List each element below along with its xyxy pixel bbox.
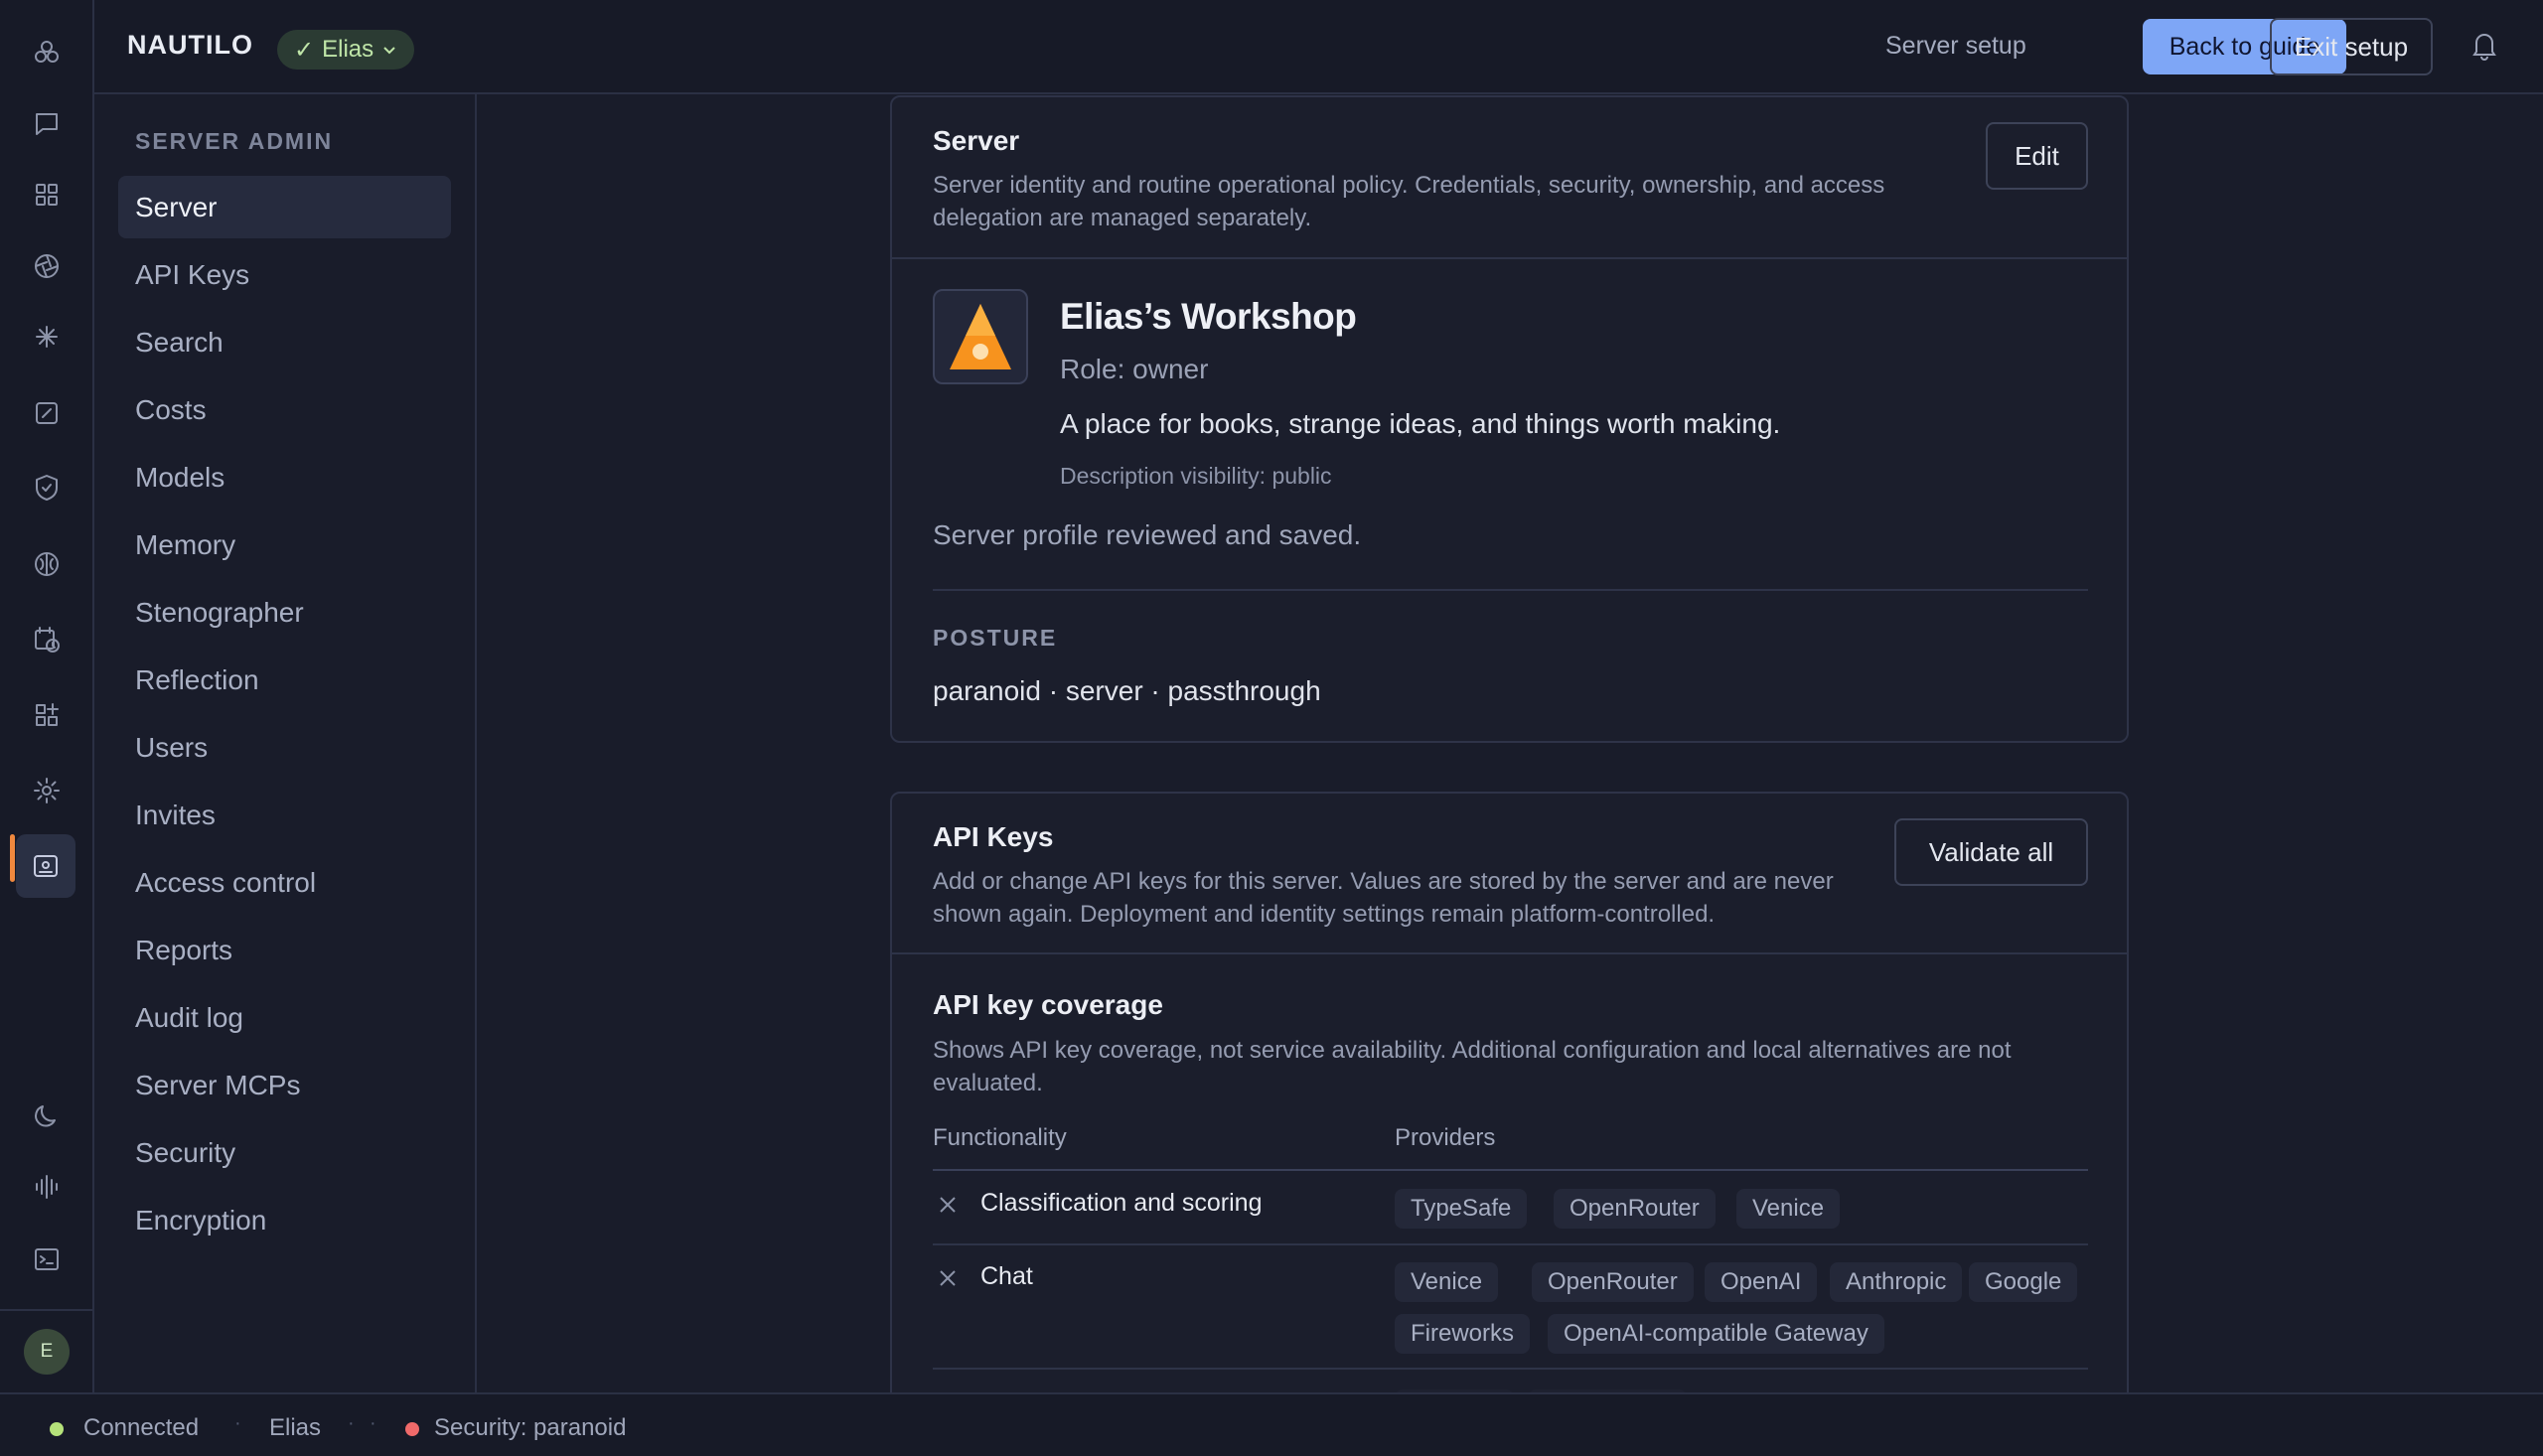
server-logo	[933, 289, 1028, 384]
card-divider	[892, 952, 2127, 954]
active-indicator	[10, 834, 15, 882]
provider-chip: Venice	[1395, 1262, 1499, 1302]
connection-status: Connected	[83, 1414, 200, 1441]
apps-add-icon[interactable]	[22, 690, 72, 740]
coverage-description: Shows API key coverage, not service avai…	[933, 1037, 2012, 1096]
exit-setup-button[interactable]: Exit setup	[2270, 18, 2433, 75]
table-row-label: Classification and scoring	[980, 1189, 1263, 1217]
user-name: Elias	[322, 36, 374, 63]
status-user: Elias	[269, 1414, 322, 1441]
saved-note: Server profile reviewed and saved.	[933, 519, 1362, 550]
brain-icon[interactable]	[22, 539, 72, 589]
sidebar-item-encryption[interactable]: Encryption	[118, 1189, 451, 1251]
icon-rail: E	[0, 0, 94, 1392]
provider-chip: OpenAI-compatible Gateway	[1548, 1314, 1884, 1354]
audio-wave-icon[interactable]	[22, 1162, 72, 1212]
server-card-description: Server identity and routine operational …	[933, 172, 1885, 231]
gear-icon[interactable]	[22, 766, 72, 815]
cluster-icon[interactable]	[22, 28, 72, 77]
provider-chip: Fireworks	[1395, 1314, 1531, 1354]
provider-chip: Anthropic	[1830, 1262, 1963, 1302]
server-setup-label: Server setup	[1885, 32, 2026, 60]
close-icon	[936, 1193, 960, 1217]
shield-check-icon[interactable]	[22, 463, 72, 512]
sparkle-icon[interactable]	[22, 312, 72, 362]
server-card: Server Server identity and routine opera…	[890, 95, 2129, 743]
user-switcher[interactable]: ✓ Elias	[277, 30, 415, 70]
api-keys-card: API Keys Add or change API keys for this…	[890, 792, 2129, 1429]
sidebar-item-reports[interactable]: Reports	[118, 919, 451, 981]
section-divider	[933, 589, 2088, 591]
coverage-title: API key coverage	[933, 989, 1163, 1020]
chevron-down-icon	[383, 47, 395, 55]
sidebar-item-users[interactable]: Users	[118, 716, 451, 779]
aperture-icon[interactable]	[22, 241, 72, 291]
server-admin-icon[interactable]	[16, 834, 75, 898]
sidebar-item-server[interactable]: Server	[118, 176, 451, 238]
close-icon	[936, 1266, 960, 1290]
server-card-title: Server	[933, 125, 1020, 156]
provider-chip: OpenAI	[1705, 1262, 1818, 1302]
top-bar: NAUTILO ✓ Elias Server setup Back to gui…	[94, 0, 2543, 94]
sidebar-item-invites[interactable]: Invites	[118, 784, 451, 846]
bell-icon[interactable]	[2468, 28, 2501, 62]
sidebar-item-stenographer[interactable]: Stenographer	[118, 581, 451, 644]
sidebar-item-security[interactable]: Security	[118, 1121, 451, 1184]
check-icon: ✓	[294, 36, 315, 64]
security-dot-icon	[405, 1422, 419, 1436]
posture-value: paranoid · server · passthrough	[933, 675, 1321, 706]
col-functionality: Functionality	[933, 1124, 1067, 1151]
avatar[interactable]: E	[24, 1329, 70, 1375]
sidebar-item-access-control[interactable]: Access control	[118, 851, 451, 914]
col-providers: Providers	[1395, 1124, 1496, 1151]
connected-dot-icon	[50, 1422, 64, 1436]
provider-chip: OpenRouter	[1554, 1189, 1716, 1229]
sidebar-item-audit-log[interactable]: Audit log	[118, 986, 451, 1049]
status-separator: ·	[370, 1412, 376, 1434]
card-divider	[892, 257, 2127, 259]
api-card-title: API Keys	[933, 821, 1054, 852]
sidebar-item-search[interactable]: Search	[118, 311, 451, 373]
provider-chip: TypeSafe	[1395, 1189, 1528, 1229]
sidebar-item-api-keys[interactable]: API Keys	[118, 243, 451, 306]
validate-all-button[interactable]: Validate all	[1894, 818, 2088, 886]
sidebar-item-memory[interactable]: Memory	[118, 513, 451, 576]
posture-label: POSTURE	[933, 625, 1058, 651]
table-row-divider	[933, 1243, 2088, 1245]
server-name: Elias’s Workshop	[1060, 296, 1357, 337]
server-role: Role: owner	[1060, 354, 1209, 384]
description-visibility: Description visibility: public	[1060, 463, 1332, 489]
status-bar: Connected · Elias · · Security: paranoid	[0, 1392, 2543, 1456]
rail-divider	[0, 1309, 94, 1311]
provider-chip: OpenRouter	[1532, 1262, 1694, 1302]
security-status[interactable]: Security: paranoid	[434, 1414, 626, 1442]
edit-square-icon[interactable]	[22, 388, 72, 438]
status-separator: ·	[234, 1412, 241, 1434]
app-brand: NAUTILO	[127, 30, 253, 60]
grid-icon[interactable]	[22, 170, 72, 219]
table-row-divider	[933, 1368, 2088, 1370]
server-tagline: A place for books, strange ideas, and th…	[1060, 408, 1781, 439]
cone-logo-icon	[950, 304, 1011, 369]
sidebar-item-server-mcps[interactable]: Server MCPs	[118, 1054, 451, 1116]
provider-chip: Google	[1969, 1262, 2078, 1302]
admin-sidebar: SERVER ADMIN Server API Keys Search Cost…	[94, 94, 477, 1392]
sidebar-item-costs[interactable]: Costs	[118, 378, 451, 441]
terminal-icon[interactable]	[22, 1235, 72, 1284]
api-card-description: Add or change API keys for this server. …	[933, 868, 1834, 928]
sidebar-item-models[interactable]: Models	[118, 446, 451, 509]
chat-icon[interactable]	[22, 99, 72, 149]
sidebar-heading: SERVER ADMIN	[135, 128, 334, 154]
status-separator: ·	[348, 1412, 355, 1434]
provider-chip: Venice	[1736, 1189, 1841, 1229]
calendar-clock-icon[interactable]	[22, 615, 72, 664]
moon-icon[interactable]	[22, 1092, 72, 1141]
table-row-label: Chat	[980, 1262, 1033, 1290]
edit-button[interactable]: Edit	[1986, 122, 2088, 190]
sidebar-item-reflection[interactable]: Reflection	[118, 649, 451, 711]
table-header-divider	[933, 1169, 2088, 1171]
